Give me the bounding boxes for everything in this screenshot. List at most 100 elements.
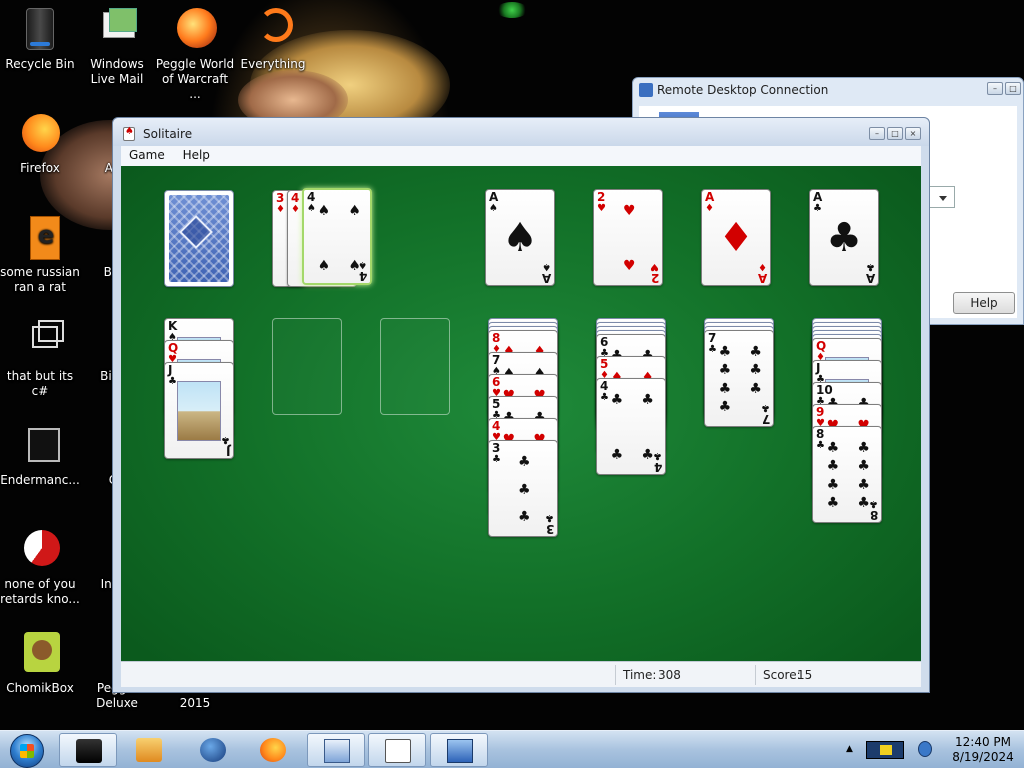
playing-card[interactable]: 8 ♣ 8 ♣ ♣ ♣ ♣ ♣ ♣ ♣ ♣ ♣ (812, 426, 882, 523)
taskbar-app-button[interactable] (368, 733, 426, 767)
window-title: Solitaire (143, 127, 193, 141)
desktop-icon-that-but-its[interactable]: that but its c# (0, 318, 80, 399)
minimize-button[interactable]: – (987, 82, 1003, 95)
card-rank: 2 (650, 271, 659, 285)
card-suit: ♣ (221, 434, 230, 445)
taskbar-app-button[interactable] (244, 733, 302, 767)
card-pip: ♣ (857, 476, 870, 493)
desktop-icon-label: that but its c# (6, 369, 74, 398)
card-suit: ♦ (291, 204, 300, 215)
system-tray: ▲ 12:40 PM 8/19/2024 (838, 731, 1024, 768)
globe-icon (200, 738, 226, 762)
taskbar-app-button[interactable] (307, 733, 365, 767)
desktop-icon-endermanch[interactable]: Endermanc... (0, 422, 80, 488)
playing-card[interactable]: 4 ♣ 4 ♣ ♣ ♣ ♣ ♣ (596, 378, 666, 475)
card-center-pip: ♦ (718, 215, 754, 261)
playing-card[interactable]: A ♠ A ♠ ♠ (485, 189, 555, 286)
playing-card[interactable]: A ♣ A ♣ ♣ (809, 189, 879, 286)
taskbar-app-button[interactable] (59, 733, 117, 767)
taskbar-clock[interactable]: 12:40 PM 8/19/2024 (950, 735, 1016, 765)
desktop-icon-firefox[interactable]: Firefox (0, 110, 80, 176)
rdp-computer-dropdown[interactable] (929, 186, 955, 208)
playing-card[interactable]: 3 ♣ 3 ♣ ♣ ♣ ♣ (488, 440, 558, 537)
playing-card[interactable]: 4 ♠ 4 ♠ ♠ ♠ ♠ ♠ (302, 188, 372, 285)
recycle-bin-icon (16, 6, 64, 54)
face-down-card[interactable] (164, 190, 234, 287)
card-rank: 3 (545, 522, 554, 536)
card-suit: ♣ (813, 203, 822, 214)
minimize-button[interactable]: – (869, 127, 885, 140)
card-suit: ♣ (653, 450, 662, 461)
red-white-circle-icon (16, 526, 64, 574)
card-suit: ♠ (542, 261, 551, 272)
desktop-icon-peggle-wow[interactable]: Peggle World of Warcraft ... (155, 6, 235, 102)
desktop-icon-chomikbox[interactable]: ChomikBox (0, 630, 80, 696)
menu-help[interactable]: Help (175, 146, 216, 162)
desktop-icon-label: ChomikBox (6, 681, 74, 695)
playing-card[interactable]: 2 ♥ 2 ♥ ♥ ♥ (593, 189, 663, 286)
card-pip: ♠ (317, 203, 331, 220)
playing-card[interactable]: J♣J♣ (164, 362, 234, 459)
score-value: 15 (797, 668, 813, 682)
chomikbox-icon (16, 630, 64, 678)
playing-card[interactable]: A ♦ A ♦ ♦ (701, 189, 771, 286)
shortcut-orange-icon: e (16, 214, 64, 262)
card-pip: ♣ (826, 458, 840, 475)
close-button[interactable]: × (905, 127, 921, 140)
taskbar-app-button[interactable] (430, 733, 488, 767)
menu-game[interactable]: Game (121, 146, 171, 162)
card-suit: ♣ (761, 402, 770, 413)
show-hidden-icons-arrow-icon[interactable]: ▲ (846, 744, 853, 754)
card-pip: ♣ (641, 446, 654, 463)
desktop-icon-none-of-you[interactable]: none of you retards kno... (0, 526, 80, 607)
card-pip: ♣ (826, 440, 840, 457)
card-center-pip: ♠ (502, 215, 538, 261)
card-pip: ♣ (718, 380, 732, 397)
solitaire-icon (123, 126, 135, 141)
card-rank: 4 (653, 460, 662, 474)
empty-tableau-slot[interactable] (380, 318, 450, 415)
card-pip: ♣ (518, 481, 531, 498)
card-suit: ♠ (489, 203, 498, 214)
desktop-icon-recycle-bin[interactable]: Recycle Bin (0, 6, 80, 72)
card-suit: ♣ (168, 376, 177, 387)
status-bar: Time: 308 Score: 15 (121, 661, 921, 687)
solitaire-titlebar[interactable]: Solitaire – □ × (113, 118, 929, 146)
clock-time: 12:40 PM (955, 735, 1011, 749)
card-suit: ♥ (597, 203, 606, 214)
card-pip: ♣ (826, 494, 840, 511)
tray-app-icon[interactable] (864, 737, 908, 761)
empty-tableau-slot[interactable] (272, 318, 342, 415)
solitaire-window[interactable]: Solitaire – □ × Game Help 3♦3♦♦♦♦4♦4♦♦♦♦… (112, 117, 930, 693)
desktop-icon-label: Firefox (20, 161, 60, 175)
maximize-button[interactable]: □ (1005, 82, 1021, 95)
card-pip: ♣ (749, 362, 762, 379)
playing-card[interactable]: 7 ♣ 7 ♣ ♣ ♣ ♣ ♣ ♣ ♣ ♣ (704, 330, 774, 427)
game-board[interactable]: 3♦3♦♦♦♦4♦4♦♦♦♦♦4♠4♠♠♠♠♠A♠A♠♠2♥2♥♥♥A♦A♦♦A… (121, 166, 921, 661)
wallpaper-green-glow (496, 2, 528, 18)
solitaire-icon (385, 739, 411, 763)
desktop-icon-windows-live-mail[interactable]: Windows Live Mail (77, 6, 157, 87)
card-pip: ♠ (348, 257, 361, 274)
desktop-icon-everything[interactable]: Everything (233, 6, 313, 72)
maximize-button[interactable]: □ (887, 127, 903, 140)
desktop-icon-label: 2015 (179, 696, 211, 710)
card-suit: ♣ (869, 498, 878, 509)
card-suit: ♣ (816, 440, 825, 451)
card-pip: ♣ (610, 446, 624, 463)
network-icon[interactable] (914, 737, 938, 761)
taskbar-app-button[interactable] (120, 733, 178, 767)
taskbar-app-button[interactable] (184, 733, 242, 767)
card-pip: ♥ (623, 203, 636, 220)
start-button[interactable] (4, 732, 52, 768)
card-pip: ♣ (857, 458, 870, 475)
firefox-icon (16, 110, 64, 158)
card-suit: ♦ (758, 261, 767, 272)
card-pip: ♣ (718, 398, 732, 415)
desktop-icon-some-russian[interactable]: e some russian ran a rat (0, 214, 80, 295)
rdp-titlebar[interactable]: Remote Desktop Connection – □ (633, 78, 1023, 102)
desktop-icon-label: some russian ran a rat (0, 265, 80, 294)
card-rank: A (865, 271, 875, 285)
taskbar: ▲ 12:40 PM 8/19/2024 (0, 730, 1024, 768)
rdp-help-button[interactable]: Help (953, 292, 1015, 314)
